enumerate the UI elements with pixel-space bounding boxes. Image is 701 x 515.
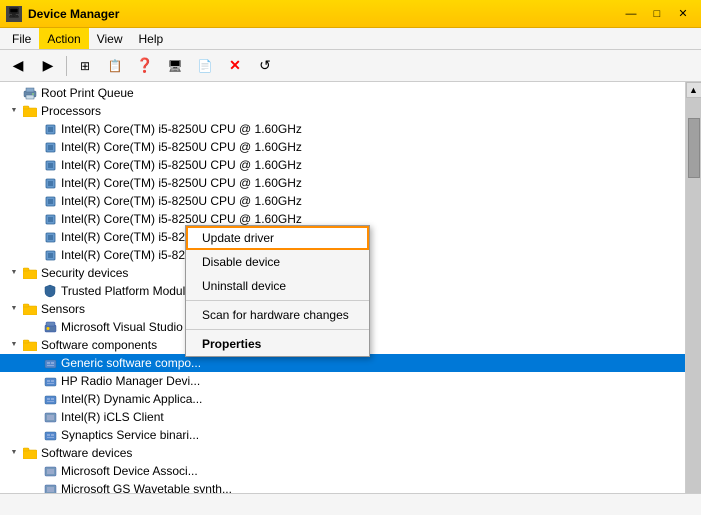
- scroll-thumb[interactable]: [688, 118, 700, 178]
- remove-button[interactable]: ✕: [221, 53, 249, 79]
- scan-button[interactable]: 🖥: [161, 53, 189, 79]
- expand-icon: [28, 411, 40, 423]
- view-button[interactable]: 📄: [191, 53, 219, 79]
- tree-item-label: Intel(R) Dynamic Applica...: [61, 392, 202, 406]
- context-menu: Update driverDisable deviceUninstall dev…: [185, 225, 370, 357]
- context-menu-item-update-driver[interactable]: Update driver: [186, 226, 369, 250]
- help-button[interactable]: ❓: [131, 53, 159, 79]
- tree-item-label: Intel(R) Core(TM) i5-8250U CPU @ 1.60GHz: [61, 176, 302, 190]
- properties-button[interactable]: ⊞: [71, 53, 99, 79]
- expand-icon: [28, 321, 40, 333]
- tree-item-label: Sensors: [41, 302, 85, 316]
- tree-item-synaptics[interactable]: Synaptics Service binari...: [0, 426, 685, 444]
- expand-icon[interactable]: ▼: [8, 267, 20, 279]
- minimize-button[interactable]: —: [619, 4, 643, 24]
- expand-icon[interactable]: ▼: [8, 105, 20, 117]
- tree-item-label: Intel(R) Core(TM) i5-8250U CPU @ 1.60GHz: [61, 140, 302, 154]
- tree-item-label: Microsoft Device Associ...: [61, 464, 198, 478]
- scroll-track[interactable]: [686, 98, 701, 499]
- update-driver-button[interactable]: 📋: [101, 53, 129, 79]
- tree-item-label: Security devices: [41, 266, 128, 280]
- tree-item-cpu5[interactable]: Intel(R) Core(TM) i5-8250U CPU @ 1.60GHz: [0, 192, 685, 210]
- tree-item-inteldyn[interactable]: Intel(R) Dynamic Applica...: [0, 390, 685, 408]
- expand-icon: [28, 195, 40, 207]
- expand-icon: [28, 357, 40, 369]
- tree-item-msdass[interactable]: Microsoft Device Associ...: [0, 462, 685, 480]
- expand-icon: [28, 375, 40, 387]
- context-menu-item-scan[interactable]: Scan for hardware changes: [186, 303, 369, 327]
- expand-icon: [28, 123, 40, 135]
- expand-icon: [28, 141, 40, 153]
- tree-item-cpu2[interactable]: Intel(R) Core(TM) i5-8250U CPU @ 1.60GHz: [0, 138, 685, 156]
- tree-item-label: Root Print Queue: [41, 86, 134, 100]
- expand-icon: [28, 393, 40, 405]
- toolbar: ◀ ▶ ⊞ 📋 ❓ 🖥 📄 ✕ ↺: [0, 50, 701, 82]
- expand-icon: [28, 429, 40, 441]
- window-controls: — □ ✕: [619, 4, 695, 24]
- tree-item-cpu3[interactable]: Intel(R) Core(TM) i5-8250U CPU @ 1.60GHz: [0, 156, 685, 174]
- app-icon: 🖥: [6, 6, 22, 22]
- menu-help[interactable]: Help: [131, 28, 172, 49]
- expand-icon: [28, 159, 40, 171]
- context-menu-separator: [186, 300, 369, 301]
- tree-item-label: Intel(R) iCLS Client: [61, 410, 164, 424]
- context-menu-item-properties[interactable]: Properties: [186, 332, 369, 356]
- title-bar: 🖥 Device Manager — □ ✕: [0, 0, 701, 28]
- expand-icon: [28, 285, 40, 297]
- expand-icon: [8, 87, 20, 99]
- expand-icon[interactable]: ▼: [8, 339, 20, 351]
- status-bar: [0, 493, 701, 515]
- menu-view[interactable]: View: [89, 28, 131, 49]
- tree-item-label: Intel(R) Core(TM) i5-8250U CPU @ 1.60GHz: [61, 158, 302, 172]
- expand-icon[interactable]: ▼: [8, 447, 20, 459]
- back-button[interactable]: ◀: [4, 53, 32, 79]
- menu-action[interactable]: Action: [39, 28, 88, 49]
- scroll-up[interactable]: ▲: [686, 82, 701, 98]
- tree-item-label: Synaptics Service binari...: [61, 428, 199, 442]
- menu-file[interactable]: File: [4, 28, 39, 49]
- window-title: Device Manager: [28, 7, 619, 21]
- tree-item-label: Intel(R) Core(TM) i5-8250U CPU @ 1.60GHz: [61, 122, 302, 136]
- expand-icon: [28, 249, 40, 261]
- toolbar-separator-1: [66, 56, 67, 76]
- close-button[interactable]: ✕: [671, 4, 695, 24]
- menu-bar: File Action View Help: [0, 28, 701, 50]
- maximize-button[interactable]: □: [645, 4, 669, 24]
- context-menu-separator: [186, 329, 369, 330]
- tree-item-label: Generic software compo...: [61, 356, 201, 370]
- expand-icon: [28, 213, 40, 225]
- forward-button[interactable]: ▶: [34, 53, 62, 79]
- tree-item-processors[interactable]: ▼ Processors: [0, 102, 685, 120]
- refresh-button[interactable]: ↺: [251, 53, 279, 79]
- expand-icon: [28, 231, 40, 243]
- tree-item-label: Processors: [41, 104, 101, 118]
- tree-item-cpu4[interactable]: Intel(R) Core(TM) i5-8250U CPU @ 1.60GHz: [0, 174, 685, 192]
- tree-item-label: Intel(R) Core(TM) i5-8250U CPU @ 1.60GHz: [61, 212, 302, 226]
- tree-item-label: Software devices: [41, 446, 132, 460]
- tree-item-intericls[interactable]: Intel(R) iCLS Client: [0, 408, 685, 426]
- context-menu-item-disable-device[interactable]: Disable device: [186, 250, 369, 274]
- tree-item-hpradio[interactable]: HP Radio Manager Devi...: [0, 372, 685, 390]
- expand-icon: [28, 465, 40, 477]
- scrollbar[interactable]: ▲ ▼: [685, 82, 701, 515]
- tree-item-cpu1[interactable]: Intel(R) Core(TM) i5-8250U CPU @ 1.60GHz: [0, 120, 685, 138]
- tree-item-label: Intel(R) Core(TM) i5-8250U CPU @ 1.60GHz: [61, 194, 302, 208]
- tree-item-softdev[interactable]: ▼ Software devices: [0, 444, 685, 462]
- tree-item-label: Software components: [41, 338, 157, 352]
- tree-item-root-print[interactable]: Root Print Queue: [0, 84, 685, 102]
- tree-item-label: HP Radio Manager Devi...: [61, 374, 200, 388]
- context-menu-item-uninstall-device[interactable]: Uninstall device: [186, 274, 369, 298]
- expand-icon[interactable]: ▼: [8, 303, 20, 315]
- expand-icon: [28, 177, 40, 189]
